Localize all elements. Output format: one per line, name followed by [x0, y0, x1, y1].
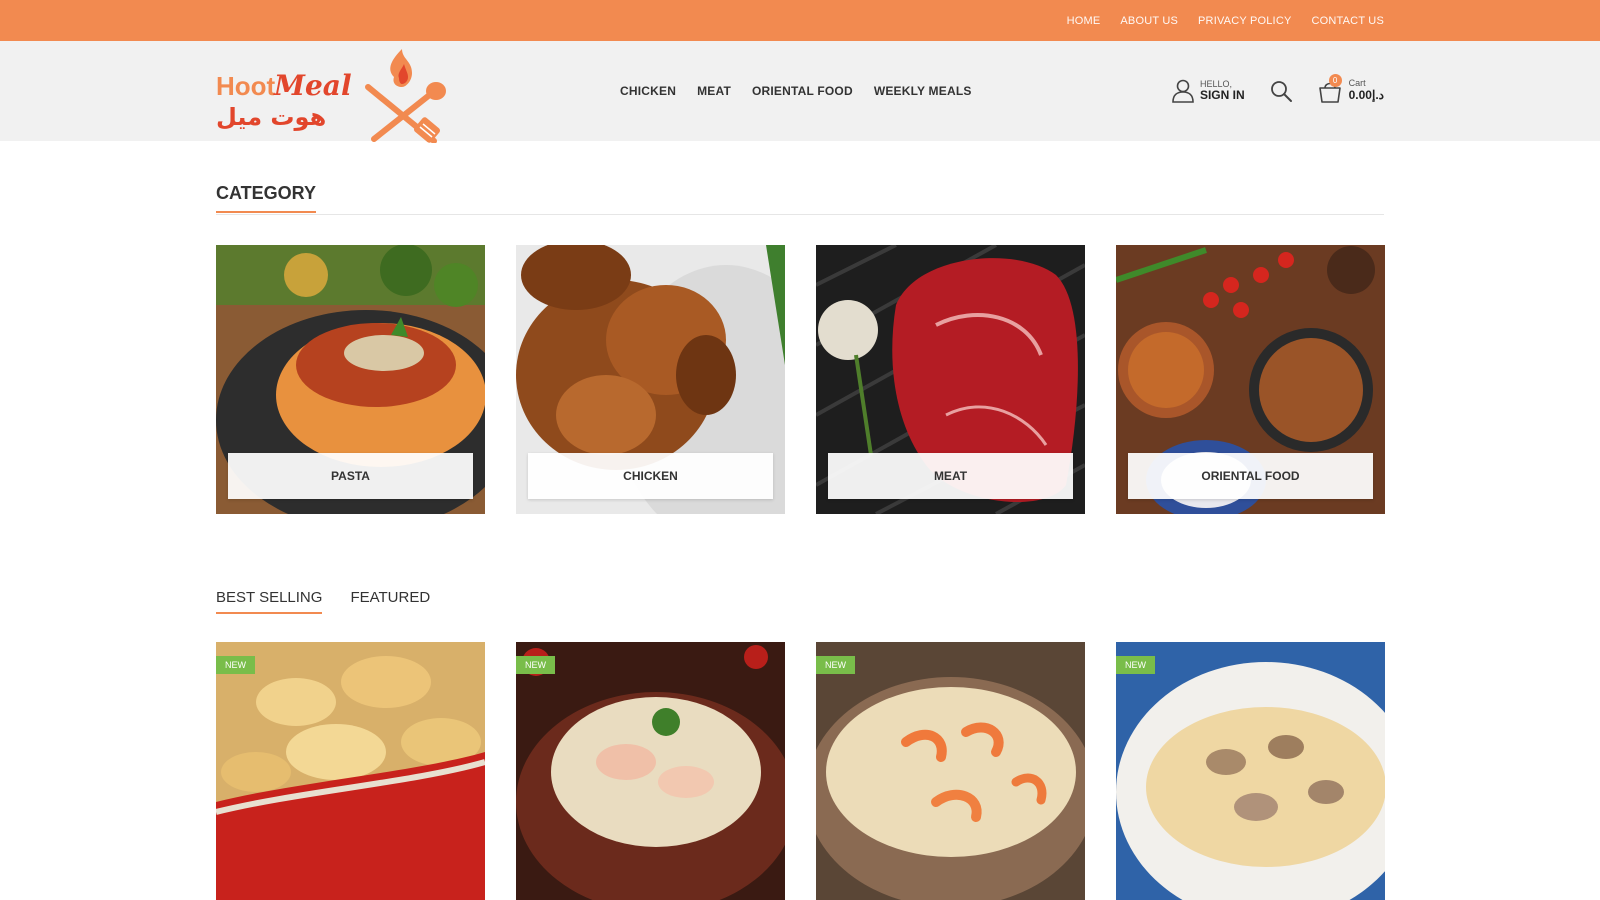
category-card-chicken[interactable]: CHICKEN: [516, 245, 785, 514]
cart-count-badge: 0: [1328, 74, 1342, 87]
product-tabs: BEST SELLING FEATURED: [216, 589, 458, 614]
product-card[interactable]: NEW: [216, 642, 485, 900]
new-badge: NEW: [1116, 656, 1155, 674]
nav-item-meat[interactable]: MEAT: [697, 84, 731, 98]
cart-text: Cart 0.00د.إ: [1349, 79, 1384, 102]
sign-in-link[interactable]: HELLO, SIGN IN: [1172, 79, 1245, 103]
category-grid: PASTA CHICKEN MEAT ORIENTAL FOOD: [216, 245, 1385, 514]
logo-text-meal: Meal: [273, 69, 352, 102]
main-nav: CHICKEN MEAT ORIENTAL FOOD WEEKLY MEALS: [620, 41, 993, 141]
top-bar: HOME ABOUT US PRIVACY POLICY CONTACT US: [0, 0, 1600, 41]
search-icon: [1269, 79, 1293, 103]
tab-best-selling[interactable]: BEST SELLING: [216, 589, 323, 614]
top-link-about-us[interactable]: ABOUT US: [1120, 15, 1178, 27]
mushroom-pasta-photo: [1116, 642, 1385, 900]
product-grid: NEW NEW NEW NEW: [216, 642, 1385, 900]
user-icon: [1172, 79, 1194, 103]
cart-button[interactable]: 0 Cart 0.00د.إ: [1317, 74, 1384, 104]
logo-text-hoot: Hoot: [216, 71, 276, 101]
new-badge: NEW: [516, 656, 555, 674]
account-text: HELLO, SIGN IN: [1200, 79, 1245, 102]
category-title: CATEGORY: [216, 183, 317, 213]
site-header: Hoot Meal هوت ميل CHICKEN MEAT ORIENTAL …: [0, 41, 1600, 143]
header-actions: HELLO, SIGN IN 0 Cart 0.00د.إ: [1172, 41, 1384, 141]
nav-item-oriental-food[interactable]: ORIENTAL FOOD: [752, 84, 853, 98]
cart-total: 0.00د.إ: [1348, 88, 1384, 103]
product-card[interactable]: NEW: [816, 642, 1085, 900]
category-label-chicken: CHICKEN: [528, 453, 773, 499]
category-card-pasta[interactable]: PASTA: [216, 245, 485, 514]
category-card-oriental-food[interactable]: ORIENTAL FOOD: [1116, 245, 1385, 514]
account-sign-in[interactable]: SIGN IN: [1200, 89, 1245, 102]
category-label-meat: MEAT: [828, 453, 1073, 499]
shrimp-spaghetti-photo: [816, 642, 1085, 900]
top-link-home[interactable]: HOME: [1067, 15, 1101, 27]
fusilli-chicken-photo: [516, 642, 785, 900]
product-card[interactable]: NEW: [516, 642, 785, 900]
top-link-contact-us[interactable]: CONTACT US: [1312, 15, 1385, 27]
site-logo[interactable]: Hoot Meal هوت ميل: [216, 47, 456, 143]
mac-and-cheese-photo: [216, 642, 485, 900]
product-card[interactable]: NEW: [1116, 642, 1385, 900]
tab-featured[interactable]: FEATURED: [350, 589, 430, 614]
category-card-meat[interactable]: MEAT: [816, 245, 1085, 514]
top-link-privacy-policy[interactable]: PRIVACY POLICY: [1198, 15, 1291, 27]
category-section-header: CATEGORY: [216, 183, 1384, 215]
category-label-oriental-food: ORIENTAL FOOD: [1128, 453, 1373, 499]
new-badge: NEW: [216, 656, 255, 674]
logo-text-arabic: هوت ميل: [216, 103, 326, 131]
nav-item-chicken[interactable]: CHICKEN: [620, 84, 676, 98]
search-button[interactable]: [1269, 79, 1293, 103]
cart-icon-wrap: 0: [1317, 74, 1343, 104]
new-badge: NEW: [816, 656, 855, 674]
category-label-pasta: PASTA: [228, 453, 473, 499]
nav-item-weekly-meals[interactable]: WEEKLY MEALS: [874, 84, 972, 98]
